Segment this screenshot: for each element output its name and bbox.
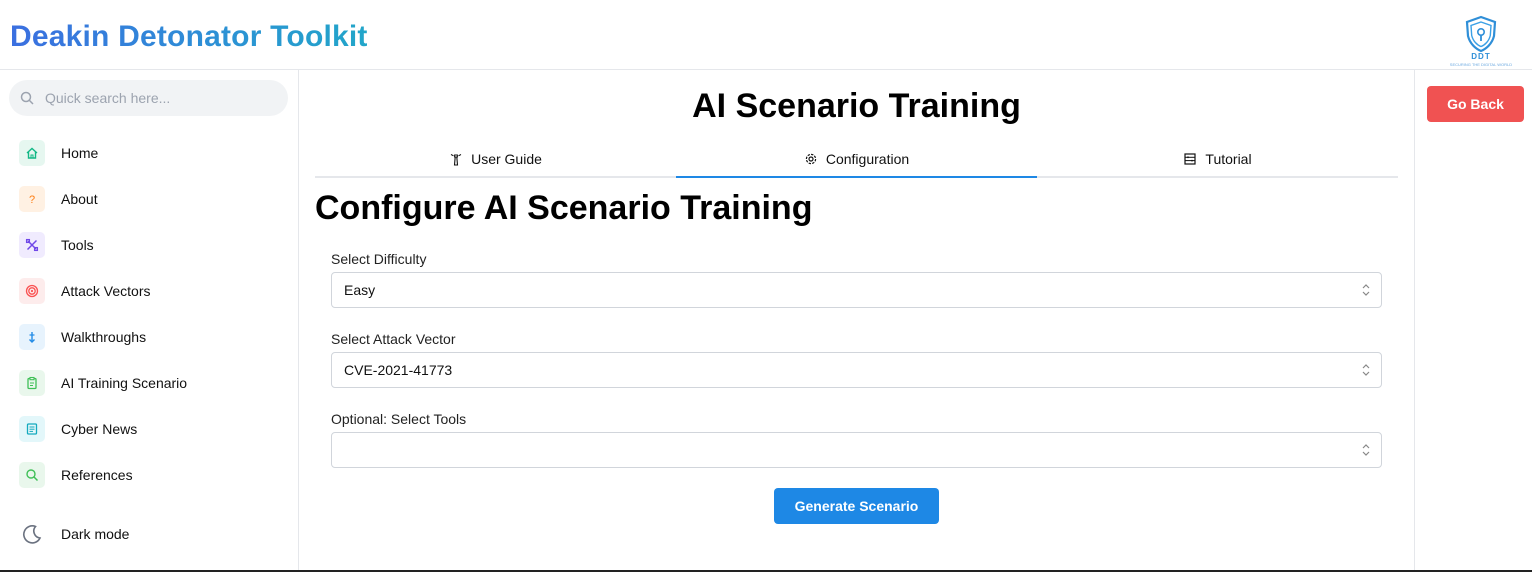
search-icon xyxy=(20,91,34,105)
tools-icon xyxy=(19,232,45,258)
tools-select[interactable] xyxy=(331,432,1382,468)
sidebar-item-label: Walkthroughs xyxy=(61,329,147,345)
brand-title: Deakin Detonator Toolkit xyxy=(10,20,368,53)
difficulty-select[interactable]: Easy xyxy=(331,272,1382,308)
go-back-button[interactable]: Go Back xyxy=(1427,86,1524,122)
sidebar-item-label: Cyber News xyxy=(61,421,138,437)
shield-lock-icon xyxy=(1465,15,1497,53)
tools-label: Optional: Select Tools xyxy=(331,411,467,427)
difficulty-value: Easy xyxy=(344,282,376,298)
attack-vector-value: CVE-2021-41773 xyxy=(344,362,453,378)
dark-mode-toggle[interactable]: Dark mode xyxy=(19,519,289,549)
tab-bar: User Guide Configuration Tutorial xyxy=(315,142,1398,178)
dark-mode-label: Dark mode xyxy=(61,526,130,542)
right-panel: Go Back xyxy=(1414,70,1532,572)
attack-vector-label: Select Attack Vector xyxy=(331,331,456,347)
logo-subtitle: SECURING THE DIGITAL WORLD xyxy=(1449,62,1513,67)
tab-label: Configuration xyxy=(825,151,910,167)
clipboard-icon xyxy=(19,370,45,396)
sidebar-item-ai-training-scenario[interactable]: AI Training Scenario xyxy=(19,368,289,398)
sidebar-item-label: Attack Vectors xyxy=(61,283,151,299)
sidebar-item-label: References xyxy=(61,467,133,483)
question-icon: ? xyxy=(19,186,45,212)
svg-text:?: ? xyxy=(29,194,35,206)
tab-label: Tutorial xyxy=(1205,151,1252,167)
tab-user-guide[interactable]: User Guide xyxy=(315,142,676,176)
gear-icon xyxy=(805,153,817,165)
sidebar-item-about[interactable]: ? About xyxy=(19,184,289,214)
sidebar-item-cyber-news[interactable]: Cyber News xyxy=(19,414,289,444)
search-input[interactable] xyxy=(45,80,280,116)
quick-search[interactable] xyxy=(9,80,288,116)
sidebar-item-label: AI Training Scenario xyxy=(61,375,188,391)
updown-chevron-icon xyxy=(1362,444,1370,456)
ddt-logo: DDT SECURING THE DIGITAL WORLD xyxy=(1448,14,1514,68)
sidebar-item-label: About xyxy=(61,191,98,207)
abacus-icon xyxy=(1184,153,1197,165)
search-icon xyxy=(19,462,45,488)
sidebar-item-label: Tools xyxy=(61,237,94,253)
tab-tutorial[interactable]: Tutorial xyxy=(1037,142,1398,176)
main-content: AI Scenario Training User Guide Configur… xyxy=(299,70,1414,572)
sidebar-item-label: Home xyxy=(61,145,99,161)
tab-label: User Guide xyxy=(471,151,542,167)
difficulty-label: Select Difficulty xyxy=(331,251,427,267)
sidebar: Home ? About Tools Attack Vectors Walkth… xyxy=(0,70,299,572)
sidebar-item-tools[interactable]: Tools xyxy=(19,230,289,260)
moon-icon xyxy=(19,521,45,547)
updown-chevron-icon xyxy=(1362,284,1370,296)
top-header: Deakin Detonator Toolkit DDT SECURING TH… xyxy=(0,0,1532,70)
sidebar-item-walkthroughs[interactable]: Walkthroughs xyxy=(19,322,289,352)
tab-configuration[interactable]: Configuration xyxy=(676,142,1037,178)
updown-chevron-icon xyxy=(1362,364,1370,376)
sidebar-item-home[interactable]: Home xyxy=(19,138,289,168)
page-title: AI Scenario Training xyxy=(692,87,1021,125)
sidebar-item-references[interactable]: References xyxy=(19,460,289,490)
lighthouse-icon xyxy=(450,154,462,166)
download-arrow-icon xyxy=(19,324,45,350)
logo-text: DDT xyxy=(1471,52,1491,61)
home-icon xyxy=(19,140,45,166)
sidebar-item-attack-vectors[interactable]: Attack Vectors xyxy=(19,276,289,306)
news-icon xyxy=(19,416,45,442)
generate-scenario-button[interactable]: Generate Scenario xyxy=(774,488,939,524)
target-icon xyxy=(19,278,45,304)
attack-vector-select[interactable]: CVE-2021-41773 xyxy=(331,352,1382,388)
section-title: Configure AI Scenario Training xyxy=(315,189,813,227)
